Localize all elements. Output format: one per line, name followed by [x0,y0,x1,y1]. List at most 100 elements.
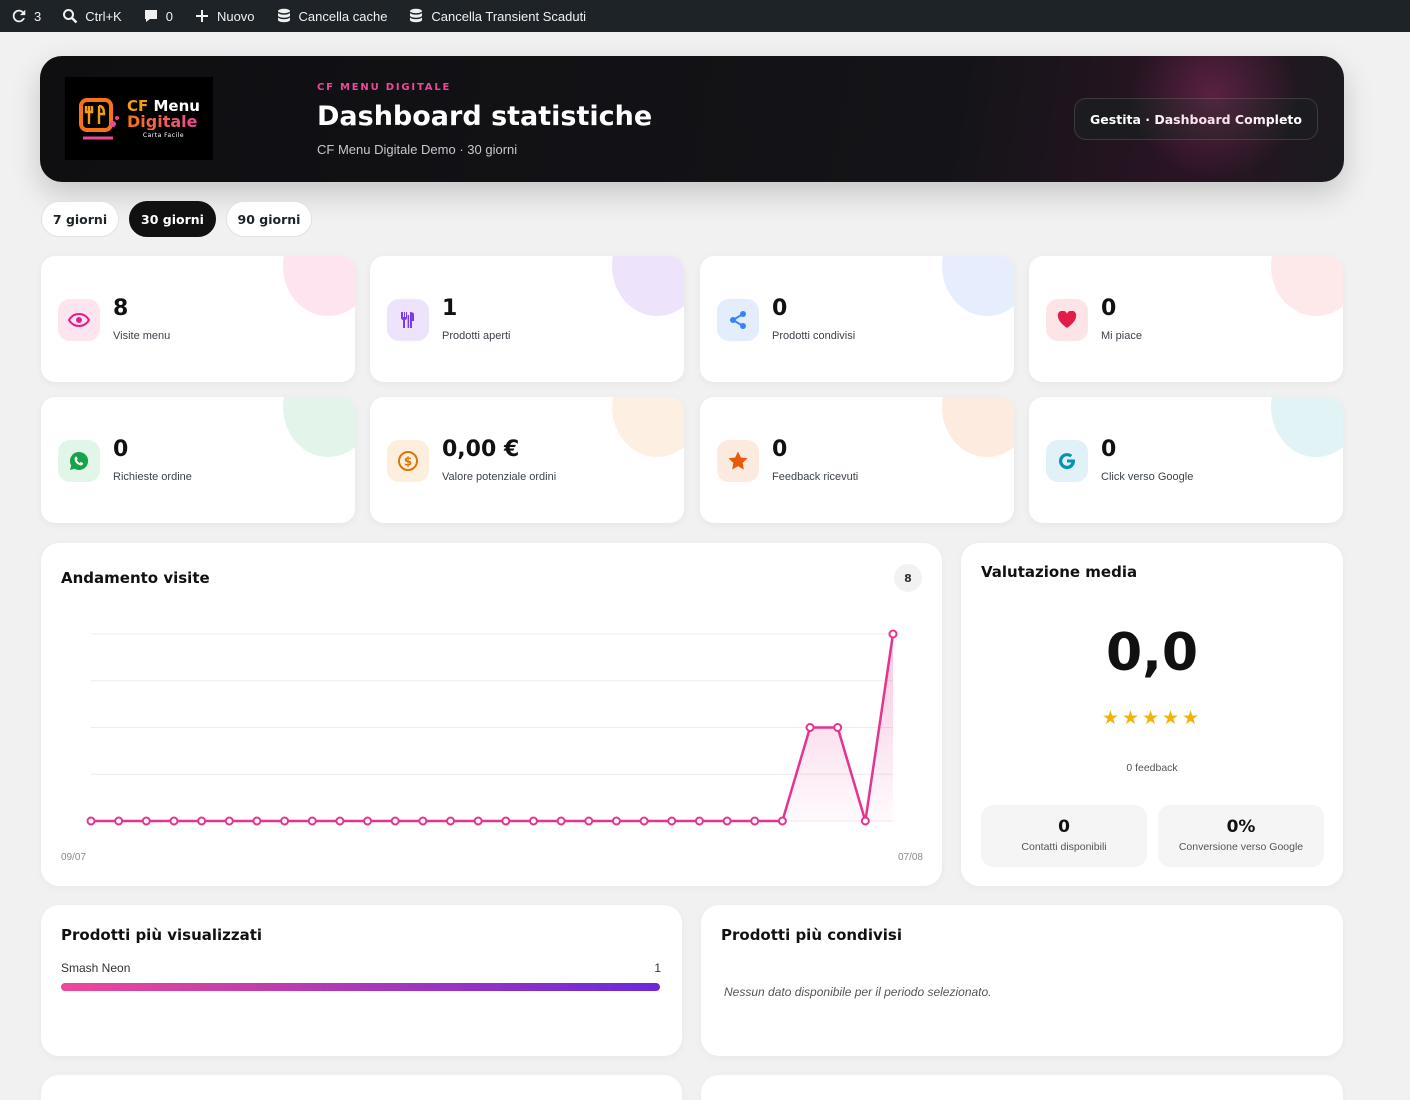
stat-label: Valore potenziale ordini [442,471,557,483]
stat-card: 0 Click verso Google [1029,397,1343,523]
heart-icon [1046,299,1088,341]
data-point [833,723,843,732]
rating-title: Valutazione media [981,563,1138,581]
data-point [501,816,511,826]
contacts-stat: 0 Contatti disponibili [981,805,1147,867]
data-point [805,723,815,732]
stat-value: 1 [442,296,458,321]
conversion-stat: 0% Conversione verso Google [1158,805,1324,867]
stat-value: 8 [113,296,129,321]
decorative-blob [612,256,684,316]
data-point [141,816,151,826]
google-icon [1046,440,1088,482]
eye-icon [58,299,100,341]
decorative-blob [612,397,684,457]
stat-value: 0 [113,437,129,462]
search-shortcut: Ctrl+K [85,8,122,24]
stat-value: 0 [1101,437,1117,462]
data-point [224,816,234,826]
stat-value: 0 [1101,296,1117,321]
decorative-blob [283,397,355,457]
menu-logo-icon [79,97,119,139]
stat-value: 0 [772,296,788,321]
stat-card: 1 Prodotti aperti [370,256,684,382]
rating-stars-icon: ★★★★★ [1101,707,1203,729]
data-point [335,816,345,826]
period-30-days-button[interactable]: 30 giorni [129,201,216,237]
decorative-blob [1271,397,1343,457]
data-point [252,816,262,826]
x-axis-start-label: 09/07 [61,852,87,863]
search-item[interactable]: Ctrl+K [61,0,122,32]
data-point [473,816,483,826]
visits-chart-panel: Andamento visite 8 09/07 07/08 [41,543,942,886]
refresh-icon [10,7,28,25]
updates-item[interactable]: 3 [10,0,41,32]
clear-transients-item[interactable]: Cancella Transient Scaduti [407,0,586,32]
next-panel-right [701,1075,1343,1100]
comments-count: 0 [165,8,173,24]
svg-text:$: $ [404,455,412,469]
list-item: Smash Neon 1 [61,961,661,975]
clear-cache-label: Cancella cache [298,8,388,24]
page-subtitle: CF Menu Digitale Demo · 30 giorni [317,142,518,157]
search-icon [61,7,79,25]
stat-label: Prodotti condivisi [772,330,856,342]
data-point [860,816,870,826]
most-shared-title: Prodotti più condivisi [721,926,902,944]
period-90-days-button[interactable]: 90 giorni [226,201,312,237]
rating-panel: Valutazione media 0,0 ★★★★★ 0 feedback 0… [961,543,1343,886]
data-point [418,816,428,826]
admin-bar: 3 Ctrl+K 0 Nuovo Cancella cache Cancella… [0,0,1410,32]
contacts-value: 0 [1058,817,1070,837]
data-point [556,816,566,826]
period-7-days-button[interactable]: 7 giorni [41,201,119,237]
clear-cache-item[interactable]: Cancella cache [275,0,388,32]
stat-card: 0 Feedback ricevuti [700,397,1014,523]
data-point [390,816,400,826]
most-viewed-title: Prodotti più visualizzati [61,926,263,944]
comment-icon [142,7,160,25]
data-point [667,816,677,826]
data-point [114,816,124,826]
rating-value: 0,0 [1105,623,1199,683]
decorative-blob [1271,256,1343,316]
hero-kicker: CF MENU DIGITALE [317,82,452,93]
next-panel-left [41,1075,682,1100]
full-dashboard-button[interactable]: Gestita · Dashboard Completo [1074,98,1318,140]
whatsapp-icon [58,440,100,482]
share-icon [717,299,759,341]
data-point [639,816,649,826]
data-point [584,816,594,826]
conversion-value: 0% [1226,817,1256,837]
data-point [528,816,538,826]
brand-logo: CF Menu Digitale Carta Facile [65,77,213,160]
empty-state-message: Nessun dato disponibile per il periodo s… [724,985,992,999]
data-point [694,816,704,826]
data-point [722,816,732,826]
comments-item[interactable]: 0 [142,0,173,32]
stat-value: 0 [772,437,788,462]
stat-label: Richieste ordine [113,471,192,483]
logo-digitale: Digitale [127,113,200,130]
stat-card: 0 Mi piace [1029,256,1343,382]
feedback-count: 0 feedback [1126,762,1178,774]
database-icon [407,7,425,25]
decorative-blob [942,397,1014,457]
product-count: 1 [654,961,661,975]
stat-card: 0 Prodotti condivisi [700,256,1014,382]
decorative-blob [942,256,1014,316]
new-item[interactable]: Nuovo [193,0,255,32]
data-point [611,816,621,826]
data-point [307,816,317,826]
data-point [446,816,456,826]
data-point [169,816,179,826]
data-point [197,816,207,826]
data-point [777,816,787,826]
clear-transients-label: Cancella Transient Scaduti [431,8,587,24]
database-icon [275,7,293,25]
utensils-icon [387,299,429,341]
star-icon [717,440,759,482]
logo-tagline: Carta Facile [142,131,185,139]
product-name: Smash Neon [61,961,131,975]
